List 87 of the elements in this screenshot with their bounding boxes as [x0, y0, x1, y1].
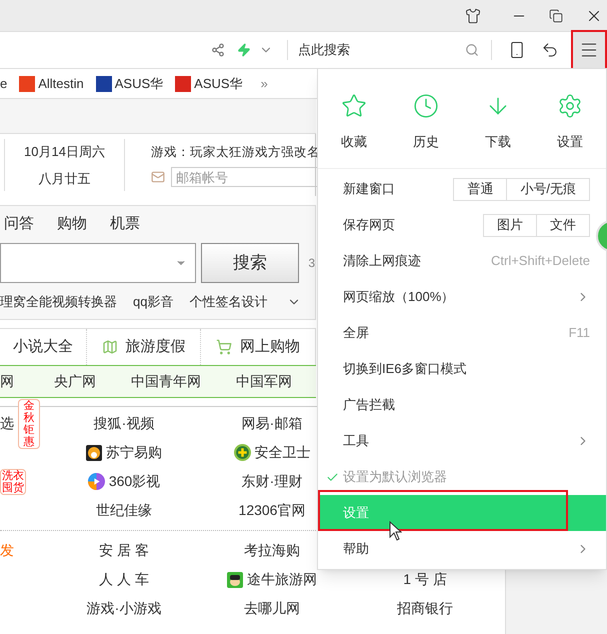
menu-item-label: 帮助 — [343, 540, 369, 558]
site-link[interactable]: 搜狐·视频 — [94, 413, 154, 434]
menu-option-button[interactable]: 文件 — [537, 214, 590, 236]
site-link[interactable]: 去哪儿网 — [244, 598, 300, 619]
site-link[interactable]: 1 号 店 — [403, 569, 447, 590]
mail-icon — [151, 170, 165, 184]
date-text: 10月14日周六 — [24, 142, 105, 160]
clock-icon — [413, 93, 439, 119]
news-site-link[interactable]: 央广网 — [54, 371, 131, 392]
site-link[interactable]: 游戏·小游戏 — [86, 598, 162, 619]
site-link[interactable]: 安全卫士 — [254, 442, 310, 463]
share-icon[interactable] — [211, 43, 226, 57]
hot-link[interactable]: 理窝全能视频转换器 — [0, 292, 117, 312]
search-tab[interactable]: 问答 — [4, 212, 34, 236]
news-site-link[interactable]: 中国军网 — [236, 371, 292, 392]
hot-link[interactable]: qq影音 — [133, 292, 174, 312]
skin-icon[interactable] — [465, 8, 481, 24]
shortcut-text: F11 — [568, 324, 590, 342]
bookmark-link[interactable]: ASUS华 — [194, 74, 243, 94]
menu-item-label: 设置 — [343, 504, 369, 522]
menu-item[interactable]: 全屏 F11 — [318, 315, 595, 351]
shortcut-text: Ctrl+Shift+Delete — [491, 252, 590, 270]
menu-item[interactable]: 帮助 — [318, 531, 595, 567]
side-text: 3 — [308, 255, 315, 272]
menu-item[interactable]: 清除上网痕迹 Ctrl+Shift+Delete — [318, 243, 595, 279]
promo-tag: 洗衣囤货 — [0, 468, 26, 494]
search-input[interactable] — [0, 243, 196, 283]
menu-item-label: 清除上网痕迹 — [343, 252, 421, 270]
site-link[interactable]: 世纪佳缘 — [96, 500, 152, 521]
site-link[interactable]: 安 居 客 — [99, 540, 149, 561]
site-link[interactable]: 苏宁易购 — [106, 442, 162, 463]
restore-icon[interactable] — [549, 8, 563, 22]
bookmark-link[interactable]: ASUS华 — [114, 74, 164, 94]
site-link[interactable]: 东财·理财 — [242, 471, 302, 492]
site-link[interactable]: 360影视 — [108, 471, 160, 492]
menu-option-button[interactable]: 图片 — [483, 214, 537, 236]
site-link[interactable]: 途牛旅游网 — [247, 569, 317, 590]
undo-icon[interactable] — [541, 41, 560, 59]
play-icon — [88, 473, 105, 490]
settings-icon — [557, 93, 583, 119]
site-link[interactable]: 网易·邮箱 — [242, 413, 302, 434]
search-field[interactable]: 点此搜索 — [298, 40, 480, 60]
menu-item-label: 网页缩放（100%） — [343, 288, 454, 306]
site-link[interactable]: 招商银行 — [397, 598, 453, 619]
menu-item-label: 工具 — [343, 432, 369, 450]
site-link[interactable]: 考拉海购 — [244, 540, 300, 561]
promo-tag: 金秋钜惠 — [18, 398, 40, 448]
news-site-link[interactable]: 中国青年网 — [131, 371, 236, 392]
menu-option-button[interactable]: 普通 — [453, 178, 508, 200]
site-link[interactable]: 选 — [0, 413, 14, 434]
bookmark-link[interactable]: e — [0, 74, 8, 94]
search-tab[interactable]: 机票 — [110, 212, 140, 236]
plus-shield-icon — [234, 444, 250, 461]
cursor-icon — [389, 521, 402, 541]
site-link[interactable]: 12306官网 — [238, 500, 306, 521]
news-site-link[interactable]: 网 — [0, 371, 54, 392]
bookmark-link[interactable]: Alltestin — [38, 74, 84, 94]
search-tab[interactable]: 购物 — [57, 212, 87, 236]
map-icon — [102, 339, 118, 355]
menu-item[interactable]: 保存网页 图片 文件 — [318, 207, 595, 243]
menu-item[interactable]: 广告拦截 — [318, 387, 595, 423]
menu-shortcut-label[interactable]: 设置 — [557, 132, 583, 152]
menu-shortcut-label[interactable]: 收藏 — [341, 132, 367, 152]
more-bookmarks-button[interactable]: » — [260, 74, 268, 94]
menu-item[interactable]: 网页缩放（100%） — [318, 279, 595, 315]
menu-option-button[interactable]: 小号/无痕 — [507, 178, 590, 200]
star-icon — [341, 93, 367, 119]
search-icon — [465, 43, 480, 57]
menu-shortcut-label[interactable]: 历史 — [413, 132, 439, 152]
menu-item-label: 全屏 — [343, 324, 369, 342]
hot-link[interactable]: 个性签名设计 — [189, 292, 268, 312]
menu-item[interactable]: 工具 — [318, 423, 595, 459]
check-icon — [326, 470, 339, 484]
site-link[interactable]: 人 人 车 — [99, 569, 149, 590]
search-button[interactable]: 搜索 — [200, 243, 300, 283]
category-link[interactable]: 旅游度假 — [126, 336, 186, 358]
menu-item-label: 设置为默认浏览器 — [343, 468, 447, 486]
cart-icon — [216, 339, 232, 355]
menu-item[interactable]: 切换到IE6多窗口模式 — [318, 351, 595, 387]
lunar-date-text: 八月廿五 — [38, 170, 90, 188]
menu-button[interactable] — [571, 30, 607, 70]
category-link[interactable]: 小说大全 — [12, 336, 73, 358]
category-link[interactable]: 网上购物 — [240, 336, 300, 358]
menu-item-label: 保存网页 — [343, 216, 395, 234]
menu-item-label: 切换到IE6多窗口模式 — [343, 360, 467, 378]
menu-shortcut-label[interactable]: 下载 — [485, 132, 511, 152]
menu-item-label: 广告拦截 — [343, 396, 395, 414]
